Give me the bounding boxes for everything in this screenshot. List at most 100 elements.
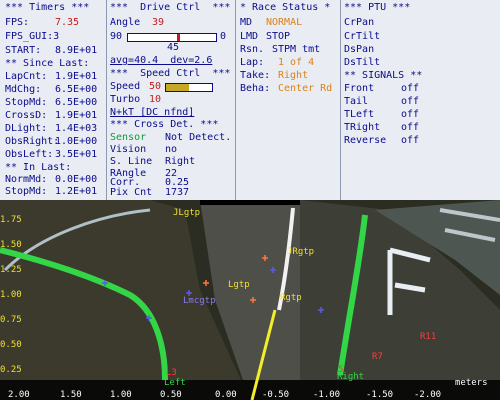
y-tick-label: 1.00 (0, 290, 22, 300)
jrgtp-label: JRgtp (287, 247, 315, 257)
since-row-value: 6.5E+00 (55, 84, 98, 95)
x-tick-label: 2.00 (8, 390, 30, 400)
y-tick-label: 1.25 (0, 265, 22, 275)
signal-value: off (401, 96, 420, 107)
since-row-value: 1.9E+01 (55, 71, 98, 82)
signal-label: TRight (344, 122, 381, 133)
turbo-label: Turbo (110, 94, 141, 105)
ptu-item: DsTilt (344, 57, 381, 68)
y-tick-label: 0.25 (0, 365, 22, 375)
x-tick-label: 0.50 (160, 390, 182, 400)
since-row-label: ObsRight: (5, 136, 60, 147)
race-status-header: * Race Status * (240, 2, 331, 13)
in-row-label: NormMd: (5, 174, 48, 185)
signal-label: Front (344, 83, 375, 94)
signal-label: Tail (344, 96, 369, 107)
beha-value: Center Rd (278, 83, 333, 94)
nkt-status: N+kT [DC nfnd] (110, 107, 195, 118)
md-value: NORMAL (266, 17, 303, 28)
x-tick-label: 0.00 (215, 390, 237, 400)
y-tick-label: 0.75 (0, 315, 22, 325)
r11-label: R11 (420, 332, 437, 342)
since-row-value: 6.5E+00 (55, 97, 98, 108)
beha-label: Beha: (240, 83, 271, 94)
angle-label: Angle (110, 17, 141, 28)
in-row-value: 1.2E+01 (55, 186, 98, 197)
signal-value: off (401, 83, 420, 94)
cross-det-header: *** Cross Det. *** (110, 119, 219, 130)
speed-ctrl-header: *** Speed Ctrl *** (110, 68, 231, 79)
fps-label: FPS: (5, 17, 30, 28)
in-row-value: 0.0E+00 (55, 174, 98, 185)
ptu-item: CrPan (344, 17, 375, 28)
r7-label: R7 (372, 352, 383, 362)
x-tick-label: -1.00 (313, 390, 341, 400)
angle-stats: avg=40.4 dev=2.6 (110, 55, 213, 66)
angle-bar (127, 33, 217, 42)
since-row-value: 3.5E+01 (55, 149, 98, 160)
cross-row-value: Not Detect. (165, 132, 232, 143)
y-tick-label: 1.50 (0, 240, 22, 250)
ptu-item: DsPan (344, 44, 375, 55)
speed-bar (165, 83, 213, 92)
angle-bar-mid: 45 (167, 42, 180, 53)
timers-header: *** Timers *** (5, 2, 90, 13)
angle-value: 39 (152, 17, 165, 28)
lmcgtp-label: Lmcgtp (183, 296, 216, 306)
x-tick-label: 1.00 (110, 390, 132, 400)
x-tick-label: -2.00 (414, 390, 442, 400)
in-row-label: StopMd: (5, 186, 48, 197)
take-value: Right (278, 70, 309, 81)
take-label: Take: (240, 70, 271, 81)
signal-value: off (401, 122, 420, 133)
lap-label: Lap: (240, 57, 265, 68)
since-last-header: ** Since Last: (5, 58, 90, 69)
jlgtp-label: JLgtp (173, 208, 201, 218)
speed-bar-fill (166, 84, 189, 91)
angle-bar-min: 90 (110, 31, 123, 42)
timers-panel: *** Timers *** FPS: 7.35 FPS_GUI:3 START… (0, 0, 105, 200)
drive-ctrl-header: *** Drive Ctrl *** (110, 2, 231, 13)
since-row-value: 1.9E+01 (55, 110, 98, 121)
rgtp-label: Rgtp (280, 293, 302, 303)
ptu-panel: *** PTU *** CrPan CrTilt DsPan DsTilt **… (341, 0, 500, 200)
speed-label: Speed (110, 81, 141, 92)
cross-row-label: Pix Cnt (110, 187, 153, 198)
l3-label: L3 (166, 368, 177, 378)
since-row-label: MdChg: (5, 84, 42, 95)
since-row-value: 1.0E+00 (55, 136, 98, 147)
signal-value: off (401, 109, 420, 120)
cross-row-value: Right (165, 156, 196, 167)
camera-view-canvas (0, 200, 500, 400)
x-tick-label: -1.50 (366, 390, 394, 400)
in-last-header: ** In Last: (5, 162, 72, 173)
rsn-label: Rsn. (240, 44, 265, 55)
angle-bar-marker (177, 34, 181, 41)
since-row-label: LapCnt: (5, 71, 48, 82)
since-row-value: 1.4E+03 (55, 123, 98, 134)
ptu-item: CrTilt (344, 31, 381, 42)
r5-label: 5 (338, 365, 344, 375)
fps-gui: FPS_GUI:3 (5, 31, 60, 42)
y-tick-label: 0.50 (0, 340, 22, 350)
signal-value: off (401, 135, 420, 146)
start-label: START: (5, 45, 42, 56)
signals-header: ** SIGNALS ** (344, 70, 423, 81)
x-tick-label: -0.50 (262, 390, 290, 400)
lmd-label: LMD (240, 31, 259, 42)
speed-value: 50 (149, 81, 162, 92)
since-row-label: ObsLeft: (5, 149, 54, 160)
cross-row-label: Sensor (110, 132, 147, 143)
lmd-value: STOP (266, 31, 291, 42)
telemetry-panel: *** Timers *** FPS: 7.35 FPS_GUI:3 START… (0, 0, 500, 200)
turbo-value: 10 (149, 94, 162, 105)
since-row-label: CrossD: (5, 110, 48, 121)
since-row-label: DLight: (5, 123, 48, 134)
mask-top (200, 200, 300, 205)
signal-label: TLeft (344, 109, 375, 120)
cross-row-label: Vision (110, 144, 147, 155)
angle-bar-max: 0 (220, 31, 227, 42)
cross-row-label: S. Line (110, 156, 153, 167)
rsn-value: STPM tmt (272, 44, 321, 55)
cross-row-value: no (165, 144, 178, 155)
